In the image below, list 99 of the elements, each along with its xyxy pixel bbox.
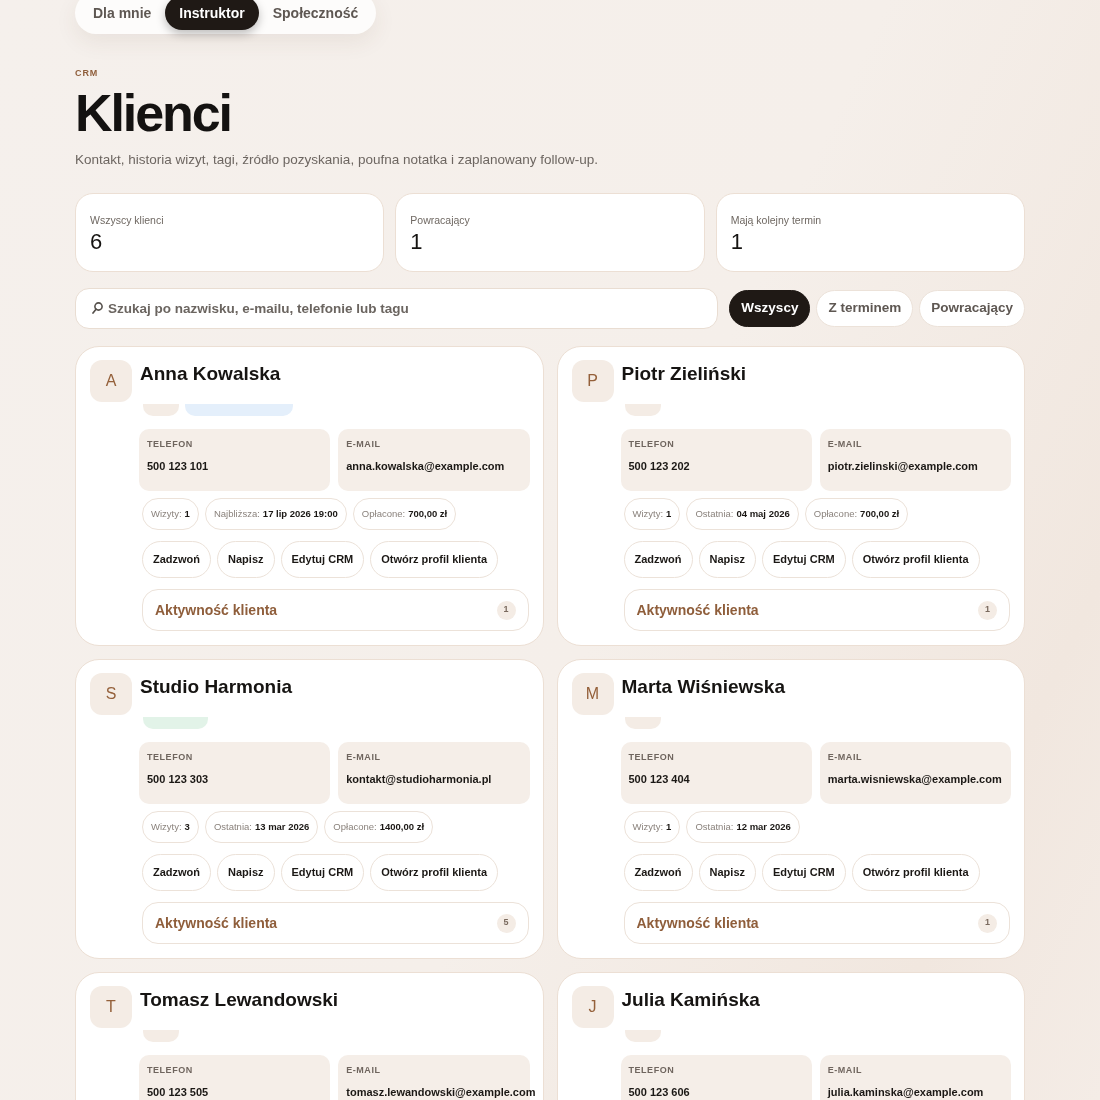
avatar: J xyxy=(571,986,614,1028)
stat-label: Powracający xyxy=(410,213,470,227)
activity-toggle[interactable]: Aktywność klienta 1 xyxy=(142,589,529,631)
contact-value: 500 123 606 xyxy=(628,1085,690,1099)
metric-value: 1 xyxy=(666,819,672,834)
contact-label: TELEFON xyxy=(628,751,675,763)
filter-button[interactable]: Powracający xyxy=(919,290,1025,327)
eyebrow-label: CRM xyxy=(75,67,99,79)
contact-label: TELEFON xyxy=(628,438,675,450)
action-button[interactable]: Otwórz profil klienta xyxy=(851,541,980,578)
client-name: Julia Kamińska xyxy=(621,988,760,1012)
count-badge: 5 xyxy=(496,913,516,933)
contact-value: 500 123 404 xyxy=(628,772,690,786)
stat-value: 1 xyxy=(730,229,743,255)
count-badge: 1 xyxy=(978,600,997,620)
activity-toggle[interactable]: Aktywność klienta 1 xyxy=(623,589,1010,631)
contact-label: TELEFON xyxy=(147,1064,193,1076)
search-icon xyxy=(92,302,103,314)
metric-value: 04 maj 2026 xyxy=(736,506,790,521)
action-button[interactable]: Zadzwoń xyxy=(623,854,693,891)
avatar: P xyxy=(571,360,614,402)
action-button[interactable]: Napisz xyxy=(698,854,757,891)
contact-value: piotr.zielinski@example.com xyxy=(827,459,978,473)
client-name: Marta Wiśniewska xyxy=(621,675,785,699)
metric-value: 13 mar 2026 xyxy=(254,819,310,834)
contact-label: E-MAIL xyxy=(827,438,862,450)
metric-label: Opłacone: xyxy=(813,506,858,521)
action-button[interactable]: Zadzwoń xyxy=(142,854,212,891)
metric-label: Opłacone: xyxy=(333,819,377,834)
metric-value: 1 xyxy=(666,506,672,521)
action-button[interactable]: Edytuj CRM xyxy=(280,854,365,891)
count-badge: 1 xyxy=(496,600,516,620)
metric-label: Ostatnia: xyxy=(695,506,734,521)
stat-value: 1 xyxy=(410,229,423,255)
contact-value: 500 123 202 xyxy=(628,459,690,473)
metric-label: Ostatnia: xyxy=(213,819,252,834)
action-button[interactable]: Edytuj CRM xyxy=(280,541,365,578)
action-button[interactable]: Otwórz profil klienta xyxy=(370,541,498,578)
action-button[interactable]: Zadzwoń xyxy=(623,541,693,578)
contact-label: E-MAIL xyxy=(827,1064,862,1076)
avatar: A xyxy=(90,360,132,402)
filter-button[interactable]: Wszyscy xyxy=(729,290,811,327)
stat-value: 6 xyxy=(90,229,103,255)
contact-value: kontakt@studioharmonia.pl xyxy=(346,772,492,786)
action-button[interactable]: Zadzwoń xyxy=(142,541,212,578)
metric-value: 1400,00 zł xyxy=(379,819,425,834)
contact-value: julia.kaminska@example.com xyxy=(827,1085,984,1099)
stat-label: Wszyscy klienci xyxy=(90,213,164,227)
filter-button[interactable]: Z terminem xyxy=(816,290,914,327)
activity-toggle[interactable]: Aktywność klienta 1 xyxy=(623,902,1010,944)
metric-label: Wizyty: xyxy=(151,819,182,834)
client-name: Studio Harmonia xyxy=(140,675,292,699)
action-button[interactable]: Otwórz profil klienta xyxy=(851,854,980,891)
metric-value: 3 xyxy=(184,819,190,834)
contact-label: E-MAIL xyxy=(346,751,381,763)
action-button[interactable]: Otwórz profil klienta xyxy=(370,854,498,891)
action-button[interactable]: Edytuj CRM xyxy=(762,854,846,891)
contact-value: marta.wisniewska@example.com xyxy=(827,772,1002,786)
metric-value: 17 lip 2026 19:00 xyxy=(262,506,338,521)
metric-label: Najbliższa: xyxy=(213,506,260,521)
metric-value: 700,00 zł xyxy=(408,506,448,521)
client-name: Tomasz Lewandowski xyxy=(140,988,339,1012)
metric-label: Opłacone: xyxy=(361,506,406,521)
action-button[interactable]: Napisz xyxy=(217,541,275,578)
contact-label: TELEFON xyxy=(147,751,193,763)
contact-value: 500 123 505 xyxy=(147,1085,209,1099)
contact-value: 500 123 101 xyxy=(147,459,209,473)
metric-value: 700,00 zł xyxy=(860,506,900,521)
client-name: Anna Kowalska xyxy=(140,362,281,386)
nav-tab[interactable]: Społeczność xyxy=(258,0,373,30)
contact-label: E-MAIL xyxy=(346,438,381,450)
contact-value: tomasz.lewandowski@example.com xyxy=(346,1085,536,1099)
contact-label: E-MAIL xyxy=(827,751,862,763)
activity-toggle[interactable]: Aktywność klienta 5 xyxy=(142,902,529,944)
metric-value: 12 mar 2026 xyxy=(736,819,791,834)
stat-label: Mają kolejny termin xyxy=(730,213,822,227)
action-button[interactable]: Edytuj CRM xyxy=(762,541,846,578)
contact-value: 500 123 303 xyxy=(147,772,209,786)
nav-tab[interactable]: Dla mnie xyxy=(79,0,166,30)
metric-label: Wizyty: xyxy=(632,506,664,521)
avatar: S xyxy=(90,673,132,715)
count-badge: 1 xyxy=(978,913,997,933)
search-field[interactable]: Szukaj po nazwisku, e-mailu, telefonie lub tagu xyxy=(75,288,719,329)
metric-label: Wizyty: xyxy=(151,506,182,521)
client-name: Piotr Zieliński xyxy=(621,362,747,386)
contact-label: TELEFON xyxy=(628,1064,675,1076)
action-button[interactable]: Napisz xyxy=(698,541,757,578)
action-button[interactable]: Napisz xyxy=(217,854,275,891)
avatar: M xyxy=(571,673,614,715)
metric-label: Wizyty: xyxy=(632,819,664,834)
page-subtitle: Kontakt, historia wizyt, tagi, źródło pozyskania, poufna notatka i zaplanowany follow-up. xyxy=(75,151,599,169)
contact-label: E-MAIL xyxy=(346,1064,381,1076)
nav-tab[interactable]: Instruktor xyxy=(165,0,259,30)
avatar: T xyxy=(90,986,132,1028)
metric-label: Ostatnia: xyxy=(695,819,734,834)
contact-value: anna.kowalska@example.com xyxy=(346,459,505,473)
metric-value: 1 xyxy=(184,506,190,521)
contact-label: TELEFON xyxy=(147,438,193,450)
page-title: Klienci xyxy=(75,87,231,139)
